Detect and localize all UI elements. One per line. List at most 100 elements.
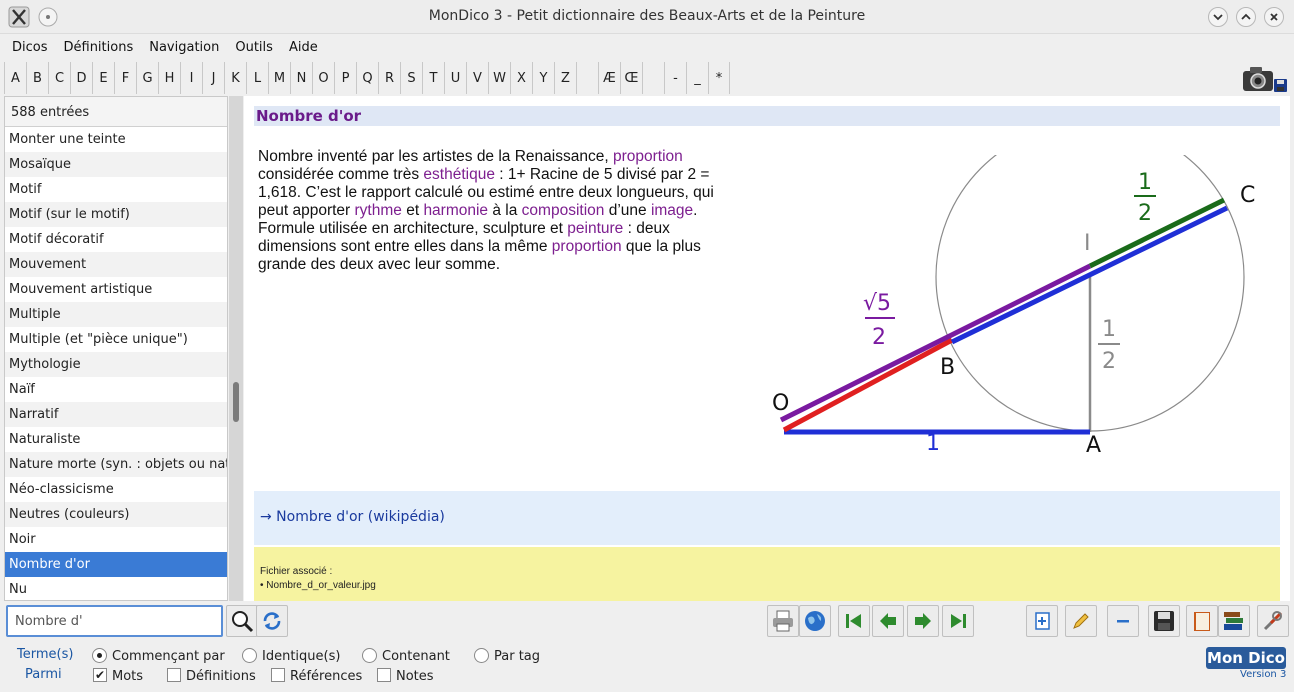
menu-definitions[interactable]: Définitions xyxy=(56,35,142,59)
last-arrow-icon xyxy=(951,614,966,628)
list-item[interactable]: Mouvement artistique xyxy=(5,277,227,302)
web-button[interactable] xyxy=(799,605,831,637)
letter-button[interactable]: N xyxy=(290,62,312,94)
menu-navigation[interactable]: Navigation xyxy=(141,35,227,59)
screenshot-button[interactable] xyxy=(1241,62,1289,94)
letter-button[interactable]: I xyxy=(180,62,202,94)
check-references[interactable] xyxy=(271,668,285,682)
letter-button[interactable]: E xyxy=(92,62,114,94)
menu-dicos[interactable]: Dicos xyxy=(4,35,56,59)
list-item[interactable]: Narratif xyxy=(5,402,227,427)
menu-aide[interactable]: Aide xyxy=(281,35,326,59)
save-button[interactable] xyxy=(1148,605,1180,637)
letter-button[interactable]: C xyxy=(48,62,70,94)
delete-entry-button[interactable] xyxy=(1107,605,1139,637)
letter-button[interactable] xyxy=(642,62,664,94)
entry-title: Nombre d'or xyxy=(254,106,1280,126)
letter-button[interactable]: K xyxy=(224,62,246,94)
search-button[interactable] xyxy=(226,605,258,637)
radio-identiques[interactable] xyxy=(242,648,257,663)
scrollbar-thumb[interactable] xyxy=(233,382,239,422)
list-item[interactable]: Naïf xyxy=(5,377,227,402)
letter-button[interactable]: Q xyxy=(356,62,378,94)
definition-link[interactable]: rythme xyxy=(355,202,402,219)
settings-button[interactable] xyxy=(1257,605,1289,637)
letter-button[interactable]: * xyxy=(708,62,730,94)
dictionary-button[interactable] xyxy=(1186,605,1218,637)
list-item[interactable]: Motif (sur le motif) xyxy=(5,202,227,227)
letter-button[interactable]: - xyxy=(664,62,686,94)
definition-link[interactable]: peinture xyxy=(567,220,623,237)
definition-link[interactable]: image xyxy=(651,202,693,219)
refresh-button[interactable] xyxy=(256,605,288,637)
letter-button[interactable]: D xyxy=(70,62,92,94)
letter-button[interactable] xyxy=(576,62,598,94)
list-item[interactable]: Multiple (et "pièce unique") xyxy=(5,327,227,352)
entry-list[interactable]: 588 entrées Monter une teinte Mosaïque Mot… xyxy=(4,96,228,601)
letter-button[interactable]: Z xyxy=(554,62,576,94)
list-item[interactable]: Neutres (couleurs) xyxy=(5,502,227,527)
letter-button[interactable]: P xyxy=(334,62,356,94)
letter-button[interactable]: G xyxy=(136,62,158,94)
add-entry-button[interactable] xyxy=(1026,605,1058,637)
check-notes[interactable] xyxy=(377,668,391,682)
definition-link[interactable]: composition xyxy=(522,202,605,219)
list-item[interactable]: Naturaliste xyxy=(5,427,227,452)
list-item[interactable]: Noir xyxy=(5,527,227,552)
radio-contenant[interactable] xyxy=(362,648,377,663)
letter-button[interactable]: S xyxy=(400,62,422,94)
radio-par-tag[interactable] xyxy=(474,648,489,663)
letter-button[interactable]: L xyxy=(246,62,268,94)
definition-link[interactable]: proportion xyxy=(613,148,683,165)
edit-entry-button[interactable] xyxy=(1065,605,1097,637)
list-item[interactable]: Nu xyxy=(5,577,227,600)
letter-button[interactable]: W xyxy=(488,62,510,94)
letter-button[interactable]: Æ xyxy=(598,62,620,94)
definition-link[interactable]: harmonie xyxy=(423,202,488,219)
letter-button[interactable]: T xyxy=(422,62,444,94)
list-item[interactable]: Multiple xyxy=(5,302,227,327)
letter-button[interactable]: Œ xyxy=(620,62,642,94)
last-entry-button[interactable] xyxy=(942,605,974,637)
file-name[interactable]: • Nombre_d_or_valeur.jpg xyxy=(260,579,1274,593)
next-entry-button[interactable] xyxy=(907,605,939,637)
list-item[interactable]: Nombre d'or xyxy=(5,552,227,577)
list-item[interactable]: Monter une teinte xyxy=(5,127,227,152)
list-scrollbar[interactable] xyxy=(229,96,243,601)
definition-link[interactable]: proportion xyxy=(552,238,622,255)
letter-button[interactable]: V xyxy=(466,62,488,94)
check-mots[interactable]: ✔ xyxy=(93,668,107,682)
letter-button[interactable]: R xyxy=(378,62,400,94)
search-input[interactable] xyxy=(6,605,223,637)
letter-button[interactable]: _ xyxy=(686,62,708,94)
letter-button[interactable]: A xyxy=(4,62,26,94)
menu-outils[interactable]: Outils xyxy=(227,35,281,59)
letter-button[interactable]: B xyxy=(26,62,48,94)
letter-button[interactable]: M xyxy=(268,62,290,94)
library-button[interactable] xyxy=(1218,605,1250,637)
definition-link[interactable]: esthétique xyxy=(423,166,495,183)
close-button[interactable] xyxy=(1264,7,1284,27)
list-item[interactable]: Mouvement xyxy=(5,252,227,277)
previous-entry-button[interactable] xyxy=(872,605,904,637)
print-button[interactable] xyxy=(767,605,799,637)
letter-button[interactable]: H xyxy=(158,62,180,94)
letter-button[interactable]: F xyxy=(114,62,136,94)
list-item[interactable]: Nature morte (syn. : objets ou natures xyxy=(5,452,227,477)
letter-button[interactable]: U xyxy=(444,62,466,94)
list-item[interactable]: Motif décoratif xyxy=(5,227,227,252)
check-definitions[interactable] xyxy=(167,668,181,682)
list-item[interactable]: Néo-classicisme xyxy=(5,477,227,502)
wiki-link[interactable]: → Nombre d'or (wikipédia) xyxy=(260,509,445,525)
letter-button[interactable]: Y xyxy=(532,62,554,94)
radio-commencant-par[interactable] xyxy=(92,648,107,663)
list-item[interactable]: Motif xyxy=(5,177,227,202)
minimize-button[interactable] xyxy=(1208,7,1228,27)
letter-button[interactable]: O xyxy=(312,62,334,94)
list-item[interactable]: Mosaïque xyxy=(5,152,227,177)
first-entry-button[interactable] xyxy=(838,605,870,637)
letter-button[interactable]: X xyxy=(510,62,532,94)
maximize-button[interactable] xyxy=(1236,7,1256,27)
letter-button[interactable]: J xyxy=(202,62,224,94)
list-item[interactable]: Mythologie xyxy=(5,352,227,377)
